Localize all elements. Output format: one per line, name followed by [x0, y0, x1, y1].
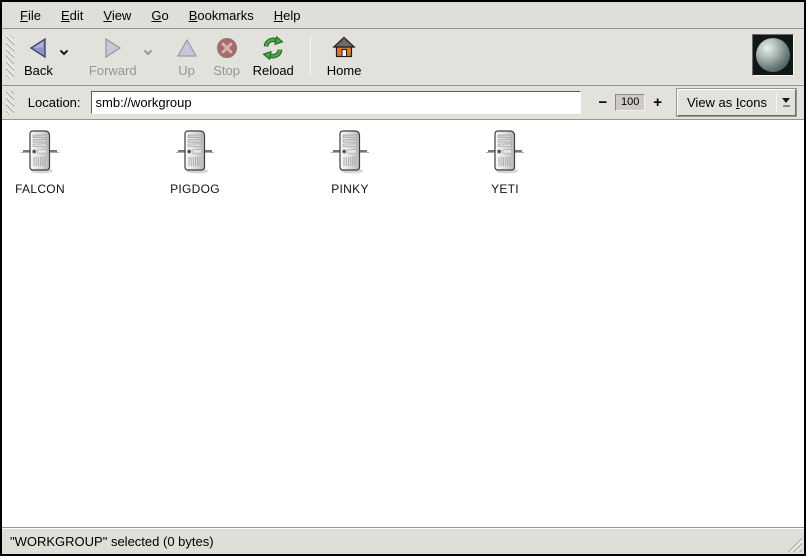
file-view[interactable]: FALCON PIGDOG PINKY YETI	[2, 120, 804, 528]
item-label: PINKY	[331, 182, 369, 196]
list-item-falcon[interactable]: FALCON	[2, 128, 78, 196]
stop-button-label: Stop	[213, 63, 240, 78]
home-button[interactable]: Home	[321, 33, 368, 80]
menu-view[interactable]: View	[93, 5, 141, 26]
menu-bar: File Edit View Go Bookmarks Help	[2, 2, 804, 29]
forward-arrow-icon	[101, 35, 125, 61]
location-bar-grip[interactable]	[6, 91, 14, 115]
computer-icon	[330, 128, 370, 178]
throbber	[752, 34, 794, 76]
stop-button: Stop	[207, 33, 247, 80]
location-label: Location:	[28, 95, 81, 110]
zoom-in-button[interactable]: +	[650, 95, 665, 111]
reload-button-label: Reload	[253, 63, 294, 78]
menu-file[interactable]: File	[10, 5, 51, 26]
zoom-level[interactable]: 100	[615, 94, 645, 111]
stop-icon	[215, 35, 239, 61]
zoom-out-button[interactable]: −	[595, 95, 610, 111]
back-dropdown-button[interactable]	[59, 49, 69, 56]
toolbar-grip[interactable]	[6, 35, 14, 79]
item-label: YETI	[491, 182, 519, 196]
view-as-dropdown[interactable]: View as Icons	[677, 89, 796, 116]
computer-icon	[20, 128, 60, 178]
computer-icon	[175, 128, 215, 178]
chevron-down-icon	[777, 90, 795, 115]
view-as-label: View as Icons	[678, 90, 776, 115]
menu-edit[interactable]: Edit	[51, 5, 93, 26]
throbber-sphere-icon	[756, 38, 790, 72]
forward-dropdown-button	[143, 49, 153, 56]
forward-button: Forward	[83, 33, 143, 80]
reload-button[interactable]: Reload	[247, 33, 300, 80]
menu-help[interactable]: Help	[264, 5, 311, 26]
item-label: FALCON	[15, 182, 65, 196]
up-button-label: Up	[178, 63, 195, 78]
home-icon	[332, 35, 356, 61]
back-button[interactable]: Back	[18, 33, 59, 80]
forward-button-label: Forward	[89, 63, 137, 78]
toolbar: Back Forward Up Stop	[2, 29, 804, 86]
back-arrow-icon	[26, 35, 50, 61]
toolbar-separator	[310, 35, 311, 75]
menu-go[interactable]: Go	[141, 5, 178, 26]
list-item-pinky[interactable]: PINKY	[312, 128, 388, 196]
reload-icon	[261, 35, 285, 61]
status-text: "WORKGROUP" selected (0 bytes)	[10, 534, 214, 549]
location-bar: Location: − 100 + View as Icons	[2, 86, 804, 120]
resize-grip[interactable]	[785, 535, 802, 552]
back-button-label: Back	[24, 63, 53, 78]
up-button: Up	[167, 33, 207, 80]
home-button-label: Home	[327, 63, 362, 78]
list-item-pigdog[interactable]: PIGDOG	[157, 128, 233, 196]
status-bar: "WORKGROUP" selected (0 bytes)	[2, 528, 804, 554]
item-label: PIGDOG	[170, 182, 220, 196]
up-arrow-icon	[175, 35, 199, 61]
file-browser-window: File Edit View Go Bookmarks Help Back Fo…	[0, 0, 806, 556]
menu-bookmarks[interactable]: Bookmarks	[179, 5, 264, 26]
location-input[interactable]	[91, 91, 582, 114]
computer-icon	[485, 128, 525, 178]
list-item-yeti[interactable]: YETI	[467, 128, 543, 196]
zoom-control: − 100 +	[595, 94, 665, 111]
